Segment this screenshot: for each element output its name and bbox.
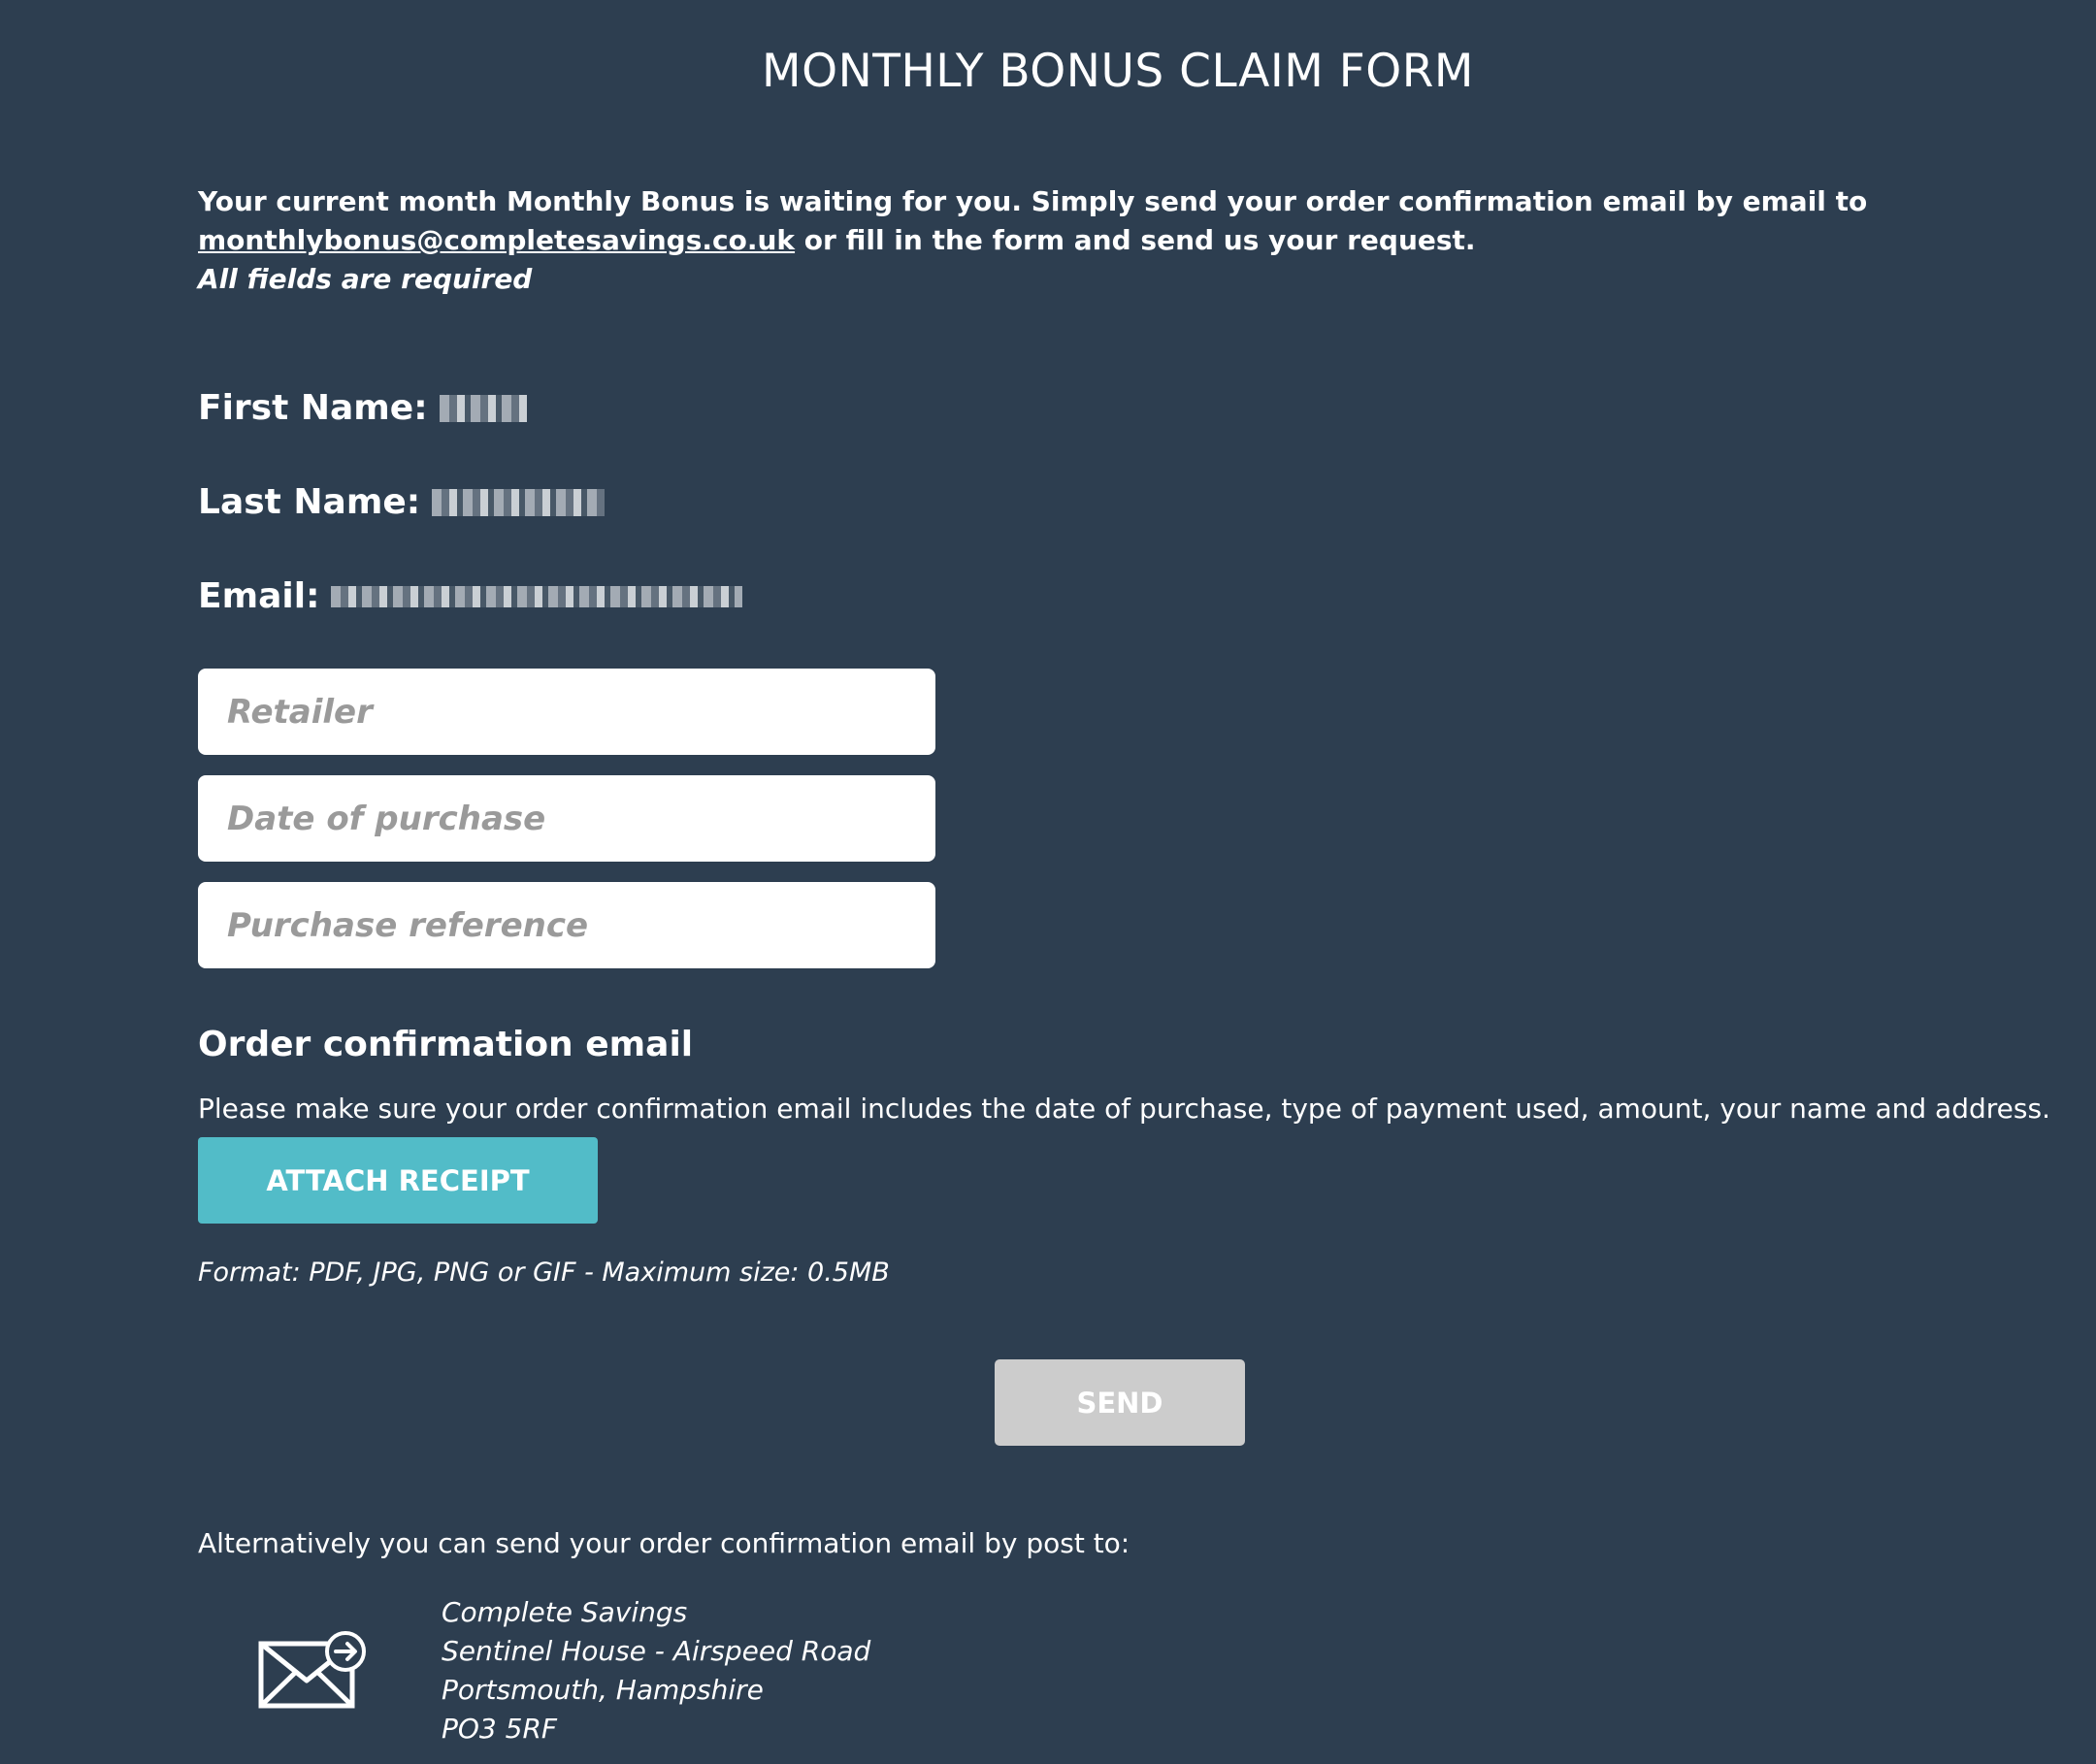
page-title: MONTHLY BONUS CLAIM FORM: [762, 45, 1474, 98]
address-line-street: Sentinel House - Airspeed Road: [442, 1635, 871, 1667]
last-name-row: Last Name:: [198, 482, 606, 522]
attach-receipt-button[interactable]: ATTACH RECEIPT: [198, 1137, 598, 1224]
first-name-label: First Name:: [198, 388, 428, 428]
mail-send-icon: [258, 1631, 366, 1709]
purchase-reference-input[interactable]: [198, 882, 935, 968]
postal-address: Complete Savings Sentinel House - Airspe…: [442, 1593, 870, 1748]
bonus-email-link[interactable]: monthlybonus@completesavings.co.uk: [198, 224, 795, 256]
order-confirmation-description: Please make sure your order confirmation…: [198, 1093, 2050, 1125]
send-button[interactable]: SEND: [995, 1359, 1245, 1446]
postal-intro: Alternatively you can send your order co…: [198, 1527, 1130, 1559]
address-line-postcode: PO3 5RF: [442, 1713, 558, 1745]
address-line-city: Portsmouth, Hampshire: [442, 1674, 764, 1706]
email-row: Email:: [198, 576, 743, 616]
format-note: Format: PDF, JPG, PNG or GIF - Maximum s…: [198, 1258, 890, 1288]
order-confirmation-heading: Order confirmation email: [198, 1025, 694, 1064]
email-label: Email:: [198, 576, 320, 616]
address-line-company: Complete Savings: [442, 1596, 688, 1628]
intro-text-before: Your current month Monthly Bonus is wait…: [198, 185, 1868, 217]
date-of-purchase-input[interactable]: [198, 775, 935, 862]
last-name-label: Last Name:: [198, 482, 421, 522]
first-name-value-redacted: [439, 394, 527, 422]
retailer-input[interactable]: [198, 669, 935, 755]
intro-text-after: or fill in the form and send us your req…: [795, 224, 1476, 256]
intro-text: Your current month Monthly Bonus is wait…: [198, 182, 2042, 299]
required-note: All fields are required: [198, 263, 533, 295]
first-name-row: First Name:: [198, 388, 527, 428]
claim-form-page: MONTHLY BONUS CLAIM FORM Your current mo…: [0, 0, 2096, 1764]
email-value-redacted: [331, 585, 743, 607]
last-name-value-redacted: [432, 488, 606, 516]
